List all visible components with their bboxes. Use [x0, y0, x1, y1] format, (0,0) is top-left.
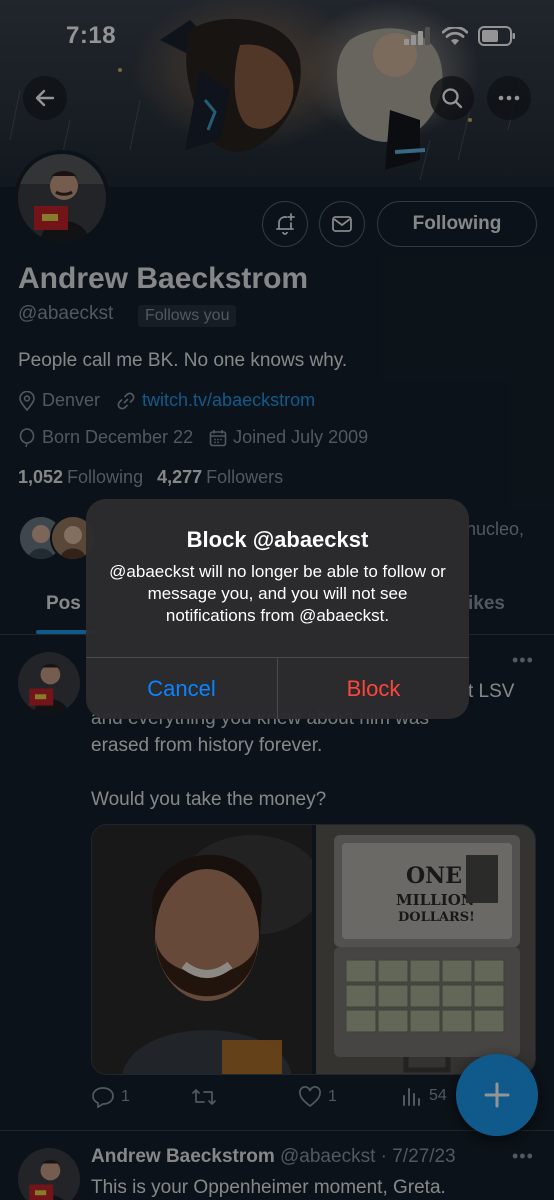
- profile-screen: 7:18 Following Andrew Baeckstrom @abaeck…: [0, 0, 554, 1200]
- dialog-title: Block @abaeckst: [186, 527, 369, 552]
- dialog-message: @abaeckst will no longer be able to foll…: [109, 562, 446, 625]
- block-confirm-dialog: Block @abaeckst @abaeckst will no longer…: [86, 499, 469, 719]
- block-button[interactable]: Block: [278, 658, 469, 719]
- cancel-button[interactable]: Cancel: [86, 658, 277, 719]
